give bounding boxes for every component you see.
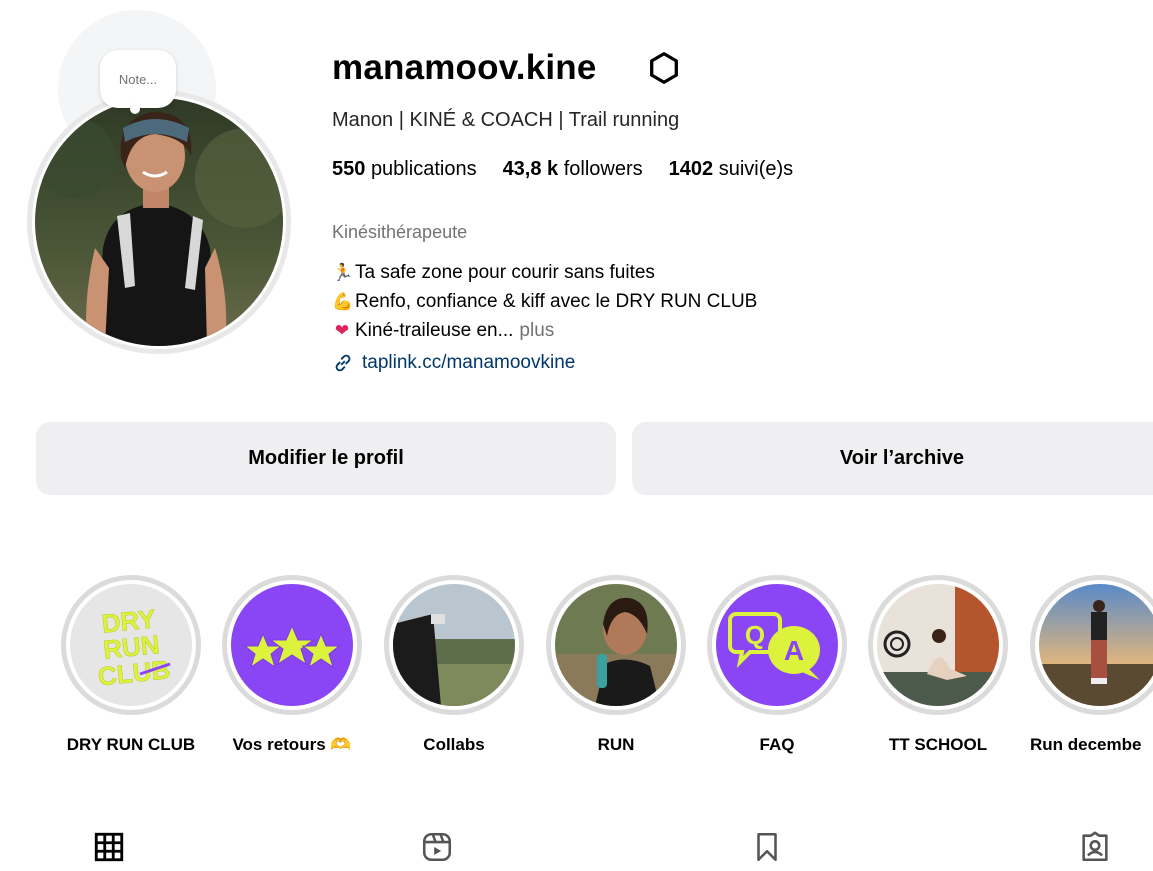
highlight-label: Run decembe (1030, 735, 1142, 754)
view-archive-button[interactable]: Voir l’archive (632, 422, 1153, 495)
run-december-photo (1039, 584, 1153, 706)
faq-speech-bubbles-icon: Q A (716, 584, 838, 706)
highlight-ring: DRY RUN CLUB (61, 575, 201, 715)
settings-icon[interactable] (646, 50, 682, 86)
bio-line: ❤ Kiné-traileuse en... plus (332, 316, 757, 345)
highlight-vos-retours[interactable]: Vos retours 🫶 (222, 575, 370, 754)
posts-label: publications (370, 158, 477, 180)
highlight-collabs[interactable]: Collabs (384, 575, 532, 754)
highlight-cover (1039, 584, 1153, 706)
bio-more-link[interactable]: plus (519, 316, 554, 345)
edit-profile-button[interactable]: Modifier le profil (36, 422, 616, 495)
bio-text: Renfo, confiance & kiff avec le DRY RUN … (355, 291, 758, 312)
heart-emoji-icon: ❤ (334, 321, 350, 340)
reels-icon[interactable] (420, 830, 454, 864)
highlight-ring (1030, 575, 1153, 715)
highlight-label: RUN (597, 735, 635, 754)
highlight-ring (222, 575, 362, 715)
link-text: taplink.cc/manamoovkine (362, 352, 576, 373)
followers-count[interactable]: 43,8 k followers (503, 158, 643, 181)
collabs-photo (393, 584, 515, 706)
bio-line: 🏃 Ta safe zone pour courir sans fuites (332, 258, 757, 287)
faq-a-text: A (784, 635, 804, 666)
dry-run-club-logo: DRY RUN CLUB (70, 584, 192, 706)
tagged-icon[interactable] (1078, 830, 1112, 864)
highlight-cover: DRY RUN CLUB (70, 584, 192, 706)
faq-q-text: Q (745, 620, 765, 650)
profile-link[interactable]: taplink.cc/manamoovkine (332, 352, 575, 374)
following-number: 1402 (668, 158, 714, 180)
grid-icon[interactable] (92, 830, 126, 864)
highlight-ring (384, 575, 524, 715)
followers-label: followers (563, 158, 643, 180)
following-label: suivi(e)s (718, 158, 794, 180)
highlight-ring (546, 575, 686, 715)
highlight-faq[interactable]: Q A FAQ (707, 575, 855, 754)
flexed-biceps-emoji-icon: 💪 (332, 292, 354, 311)
run-photo (555, 584, 677, 706)
following-count[interactable]: 1402 suivi(e)s (669, 158, 794, 181)
bio-text: Kiné-traileuse en... (355, 320, 514, 341)
profile-stats: 550 publications 43,8 k followers 1402 s… (332, 158, 793, 181)
link-icon (335, 354, 351, 372)
highlight-run-december[interactable]: Run decembe (1030, 575, 1153, 754)
posts-number: 550 (332, 158, 366, 180)
highlight-run[interactable]: RUN (546, 575, 694, 754)
highlight-cover (393, 584, 515, 706)
note-bubble[interactable]: Note... (100, 50, 176, 108)
bookmark-icon[interactable] (750, 830, 784, 864)
highlight-label: Collabs (423, 735, 485, 754)
highlight-tt-school[interactable]: TT SCHOOL (868, 575, 1016, 754)
highlight-label: Vos retours 🫶 (232, 735, 352, 754)
tt-school-photo (877, 584, 999, 706)
posts-count: 550 publications (332, 158, 477, 181)
highlight-cover (231, 584, 353, 706)
highlight-cover (555, 584, 677, 706)
note-placeholder: Note... (118, 71, 158, 87)
three-stars-icon (231, 584, 353, 706)
full-name: Manon | KINÉ & COACH | Trail running (332, 109, 680, 131)
bio: 🏃 Ta safe zone pour courir sans fuites 💪… (332, 258, 757, 345)
highlight-dry-run-club[interactable]: DRY RUN CLUB DRY RUN CLUB (61, 575, 209, 754)
highlight-label: TT SCHOOL (888, 735, 988, 754)
runner-emoji-icon: 🏃 (332, 263, 354, 282)
highlight-ring (868, 575, 1008, 715)
note-bubble-tail (130, 104, 140, 114)
avatar-photo (35, 98, 283, 346)
highlight-label: DRY RUN CLUB (66, 735, 196, 754)
followers-number: 43,8 k (502, 158, 559, 180)
highlight-cover (877, 584, 999, 706)
highlight-ring: Q A (707, 575, 847, 715)
bio-line: 💪 Renfo, confiance & kiff avec le DRY RU… (332, 287, 757, 316)
bio-text: Ta safe zone pour courir sans fuites (355, 262, 655, 283)
profile-category: Kinésithérapeute (332, 222, 468, 242)
highlight-label: FAQ (759, 735, 795, 754)
avatar[interactable] (35, 98, 283, 346)
username: manamoov.kine (332, 48, 597, 87)
highlight-cover: Q A (716, 584, 838, 706)
